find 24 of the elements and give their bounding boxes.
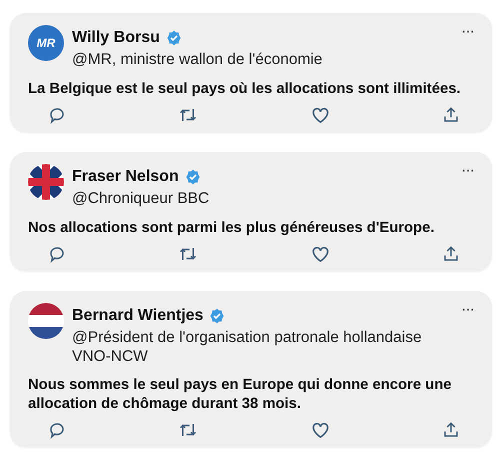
flag-avatar xyxy=(28,303,64,340)
author-handle: @MR, ministre wallon de l'économie xyxy=(72,51,324,70)
reply-icon[interactable] xyxy=(48,106,66,124)
more-options[interactable]: ··· xyxy=(461,162,474,180)
share-icon[interactable] xyxy=(442,245,460,264)
flag-avatar xyxy=(28,164,64,200)
reply-icon[interactable] xyxy=(48,245,66,264)
author-name[interactable]: Fraser Nelson xyxy=(72,168,179,186)
heart-icon[interactable] xyxy=(310,245,330,264)
author-name[interactable]: Willy Borsu xyxy=(72,29,160,47)
more-options[interactable]: ··· xyxy=(461,301,474,320)
more-options[interactable]: ··· xyxy=(461,23,474,41)
share-icon[interactable] xyxy=(442,421,460,440)
tweet-text: Nos allocations sont parmi les plus généreuses d'Europe. xyxy=(28,218,436,238)
tweet-text: Nous sommes le seul pays en Europe qui donne encore une allocation de chômage durant 38 mois. xyxy=(28,376,452,414)
reply-icon[interactable] xyxy=(48,421,66,440)
heart-icon[interactable] xyxy=(310,106,330,124)
tweet-text: La Belgique est le seul pays où les allocations sont illimitées. xyxy=(28,80,462,98)
heart-icon[interactable] xyxy=(310,421,330,440)
author-handle: @Chroniqueur BBC xyxy=(72,190,210,209)
logo-avatar: MR xyxy=(28,25,64,61)
share-icon[interactable] xyxy=(442,106,460,124)
author-name[interactable]: Bernard Wientjes xyxy=(72,307,204,326)
author-handle: @Président de l'organisation patronale hollandaise VNO-NCW xyxy=(72,329,423,366)
